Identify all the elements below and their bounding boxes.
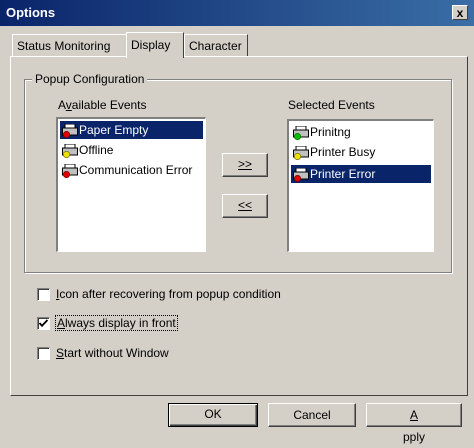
- printer-red-icon: [293, 167, 309, 182]
- ok-button[interactable]: OK: [168, 403, 258, 427]
- selected-events-list[interactable]: Prinitng Printer Busy Printer Error: [287, 119, 434, 252]
- tab-label: Status Monitoring: [17, 39, 111, 53]
- printer-red-icon: [62, 163, 78, 178]
- list-item[interactable]: Printer Error: [291, 165, 431, 183]
- add-event-button[interactable]: >>: [222, 153, 268, 177]
- cancel-button[interactable]: Cancel: [268, 403, 356, 427]
- list-item[interactable]: Prinitng: [291, 123, 431, 141]
- apply-button[interactable]: Apply: [366, 403, 462, 444]
- available-events-label: Available Events: [58, 98, 147, 112]
- tab-display[interactable]: Display: [126, 32, 184, 58]
- close-icon: x: [456, 6, 464, 20]
- tab-label: Character: [189, 39, 242, 53]
- tab-status-monitoring[interactable]: Status Monitoring: [12, 34, 128, 56]
- start-without-window-label[interactable]: Start without Window: [56, 346, 169, 360]
- list-item[interactable]: Paper Empty: [60, 121, 203, 139]
- checkmark-icon: [38, 319, 49, 328]
- title-bar: Options x: [0, 0, 474, 26]
- icon-after-recovering-checkbox[interactable]: [37, 288, 50, 301]
- icon-after-recovering-label[interactable]: Icon after recovering from popup conditi…: [56, 287, 281, 301]
- list-item[interactable]: Printer Busy: [291, 143, 431, 161]
- tab-label: Display: [131, 38, 171, 52]
- close-button[interactable]: x: [452, 5, 468, 20]
- printer-yellow-icon: [62, 143, 78, 158]
- start-without-window-checkbox[interactable]: [37, 347, 50, 360]
- remove-event-button[interactable]: <<: [222, 194, 268, 218]
- printer-green-icon: [293, 125, 309, 140]
- printer-red-icon: [62, 123, 78, 138]
- window-title: Options: [6, 5, 56, 20]
- available-events-list[interactable]: Paper Empty Offline Communication Error: [56, 117, 206, 252]
- group-label: Popup Configuration: [32, 72, 148, 86]
- always-display-in-front-label[interactable]: Always display in front: [55, 315, 178, 331]
- list-item[interactable]: Offline: [60, 141, 203, 159]
- always-display-in-front-checkbox[interactable]: [37, 317, 50, 330]
- selected-events-label: Selected Events: [288, 98, 375, 112]
- printer-yellow-icon: [293, 145, 309, 160]
- tab-character[interactable]: Character: [184, 34, 248, 56]
- list-item[interactable]: Communication Error: [60, 161, 203, 179]
